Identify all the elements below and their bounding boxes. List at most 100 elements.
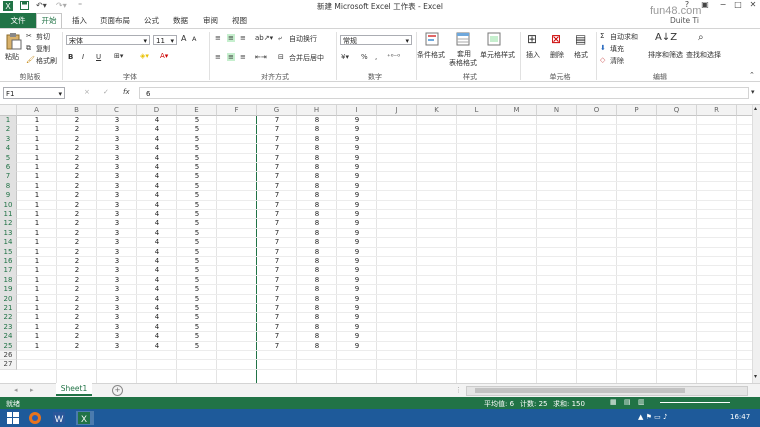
table-cell[interactable]: 9 [337,304,377,313]
table-cell[interactable]: 4 [137,276,177,285]
column-header-e[interactable]: E [177,105,217,116]
underline-button[interactable]: U [96,53,101,61]
table-cell[interactable]: 2 [57,172,97,181]
table-cell[interactable]: 1 [17,210,57,219]
scroll-thumb[interactable] [475,388,685,393]
table-cell[interactable]: 5 [177,154,217,163]
scroll-up-icon[interactable]: ▴ [754,105,757,112]
row-header[interactable]: 18 [0,275,17,286]
wrap-text-button[interactable]: 自动换行 [289,34,317,44]
table-cell[interactable]: 3 [97,135,137,144]
column-header-o[interactable]: O [577,105,617,116]
row-header[interactable]: 25 [0,341,17,351]
table-cell[interactable]: 9 [337,295,377,304]
table-cell[interactable]: 3 [97,342,137,351]
table-cell[interactable]: 1 [17,191,57,200]
windows-start-icon[interactable] [6,411,24,425]
autosum-button[interactable]: 自动求和 [610,32,638,42]
table-cell[interactable]: 4 [137,191,177,200]
row-header[interactable]: 8 [0,181,17,192]
table-cell[interactable]: 8 [297,182,337,191]
close-icon[interactable]: ✕ [746,0,760,9]
table-cell[interactable]: 8 [297,276,337,285]
table-cell[interactable]: 7 [257,182,297,191]
percent-button[interactable]: % [361,53,368,61]
table-cell[interactable]: 5 [177,163,217,172]
table-cell[interactable]: 9 [337,201,377,210]
format-cells-icon[interactable]: ▤ [575,32,586,46]
table-cell[interactable]: 9 [337,342,377,351]
table-cell[interactable]: 2 [57,144,97,153]
shrink-font-icon[interactable]: A [192,35,196,43]
table-cell[interactable]: 8 [297,304,337,313]
table-cell[interactable]: 8 [297,219,337,228]
sheet-options-icon[interactable]: ⋮ [455,386,462,394]
table-cell[interactable]: 1 [17,219,57,228]
table-cell[interactable]: 3 [97,201,137,210]
table-cell[interactable]: 8 [297,163,337,172]
table-cell[interactable]: 8 [297,191,337,200]
table-cell[interactable]: 8 [297,116,337,125]
table-cell[interactable]: 3 [97,172,137,181]
table-cell[interactable]: 4 [137,144,177,153]
table-cell[interactable]: 7 [257,295,297,304]
table-cell[interactable]: 3 [97,116,137,125]
orientation-icon[interactable]: ab↗▾ [255,34,273,42]
table-cell[interactable]: 7 [257,257,297,266]
table-cell[interactable]: 7 [257,163,297,172]
table-cell[interactable]: 9 [337,257,377,266]
table-cell[interactable]: 4 [137,248,177,257]
column-header-k[interactable]: K [417,105,457,116]
cut-icon[interactable]: ✂ [26,32,32,40]
table-cell[interactable]: 1 [17,116,57,125]
align-right-icon[interactable]: ≡ [240,53,246,61]
collapse-ribbon-icon[interactable]: ⌃ [749,71,755,79]
column-header-d[interactable]: D [137,105,177,116]
table-cell[interactable]: 5 [177,266,217,275]
table-cell[interactable]: 9 [337,172,377,181]
table-cell[interactable]: 5 [177,304,217,313]
table-cell[interactable]: 2 [57,332,97,341]
font-size-select[interactable]: 11 ▾ [153,35,177,45]
table-cell[interactable]: 5 [177,172,217,181]
table-cell[interactable]: 4 [137,238,177,247]
table-cell[interactable]: 9 [337,248,377,257]
formula-input[interactable]: 6 [139,87,749,99]
row-header[interactable]: 19 [0,285,17,295]
fill-button[interactable]: 填充 [610,44,624,54]
table-cell[interactable]: 7 [257,248,297,257]
horizontal-scrollbar[interactable] [466,386,748,396]
column-header-b[interactable]: B [57,105,97,116]
enter-icon[interactable]: ✓ [103,88,109,96]
table-cell[interactable]: 3 [97,229,137,238]
table-cell[interactable]: 8 [297,229,337,238]
insert-cells-button[interactable]: 插入 [526,50,540,60]
word-icon[interactable]: W [52,411,70,425]
table-cell[interactable]: 5 [177,116,217,125]
table-cell[interactable]: 7 [257,125,297,134]
row-header[interactable]: 27 [0,360,17,370]
page-break-view-icon[interactable]: ▥ [638,398,645,406]
table-cell[interactable]: 5 [177,342,217,351]
table-cell[interactable]: 1 [17,238,57,247]
table-cell[interactable]: 9 [337,135,377,144]
table-cell[interactable]: 2 [57,276,97,285]
table-cell[interactable]: 5 [177,219,217,228]
table-cell[interactable]: 9 [337,144,377,153]
table-cell[interactable]: 1 [17,323,57,332]
delete-cells-icon[interactable]: ⊠ [551,32,561,46]
conditional-format-button[interactable]: 条件格式 [417,50,445,60]
tab-home[interactable]: 开始 [36,13,62,28]
table-cell[interactable]: 3 [97,210,137,219]
table-cell[interactable]: 5 [177,144,217,153]
column-header-n[interactable]: N [537,105,577,116]
table-cell[interactable]: 8 [297,135,337,144]
row-header[interactable]: 4 [0,144,17,154]
wrap-text-icon[interactable]: ⤶ [278,34,282,43]
row-header[interactable]: 9 [0,191,17,201]
italic-button[interactable]: I [82,53,84,61]
table-cell[interactable]: 3 [97,257,137,266]
table-cell[interactable]: 3 [97,313,137,322]
table-cell[interactable]: 1 [17,342,57,351]
format-painter-button[interactable]: 格式刷 [36,56,57,66]
